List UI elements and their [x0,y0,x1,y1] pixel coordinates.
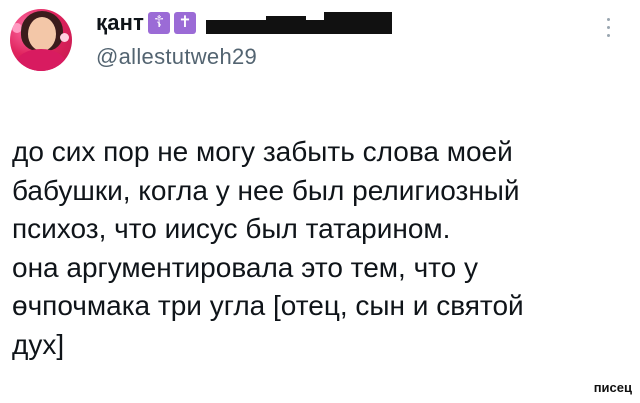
avatar-dress [16,49,66,71]
more-vertical-icon[interactable] [604,18,614,48]
author-name-row: қант ☦ ✝ [96,8,393,38]
tweet-text-line: өчпочмака три угла [отец, сын и святой [12,290,524,321]
tweet-text-line: дух] [12,328,65,360]
latin-cross-icon: ✝ [174,12,197,34]
avatar-flower [60,33,69,42]
tweet-text-line: психоз, что иисус был татарином. [12,213,451,244]
tweet-header: қант ☦ ✝ @allestutweh29 [0,0,640,100]
author-handle[interactable]: @allestutweh29 [96,44,257,70]
avatar-face [28,17,56,51]
tweet-text-line: она аргументировала это тем, что у [12,251,479,283]
watermark: писец [593,380,632,395]
tweet-text: до сих пор не могу забыть слова моей бабу… [12,133,628,364]
avatar[interactable] [10,9,72,71]
orthodox-cross-icon: ☦ [148,12,171,34]
author-display-name[interactable]: қант [96,10,144,36]
tweet-text-line: до сих пор не могу забыть слова моей [12,136,513,167]
tweet-text-line: бабушки, когла у нее был религиозный [12,174,520,206]
redacted-name-bar [206,12,393,34]
